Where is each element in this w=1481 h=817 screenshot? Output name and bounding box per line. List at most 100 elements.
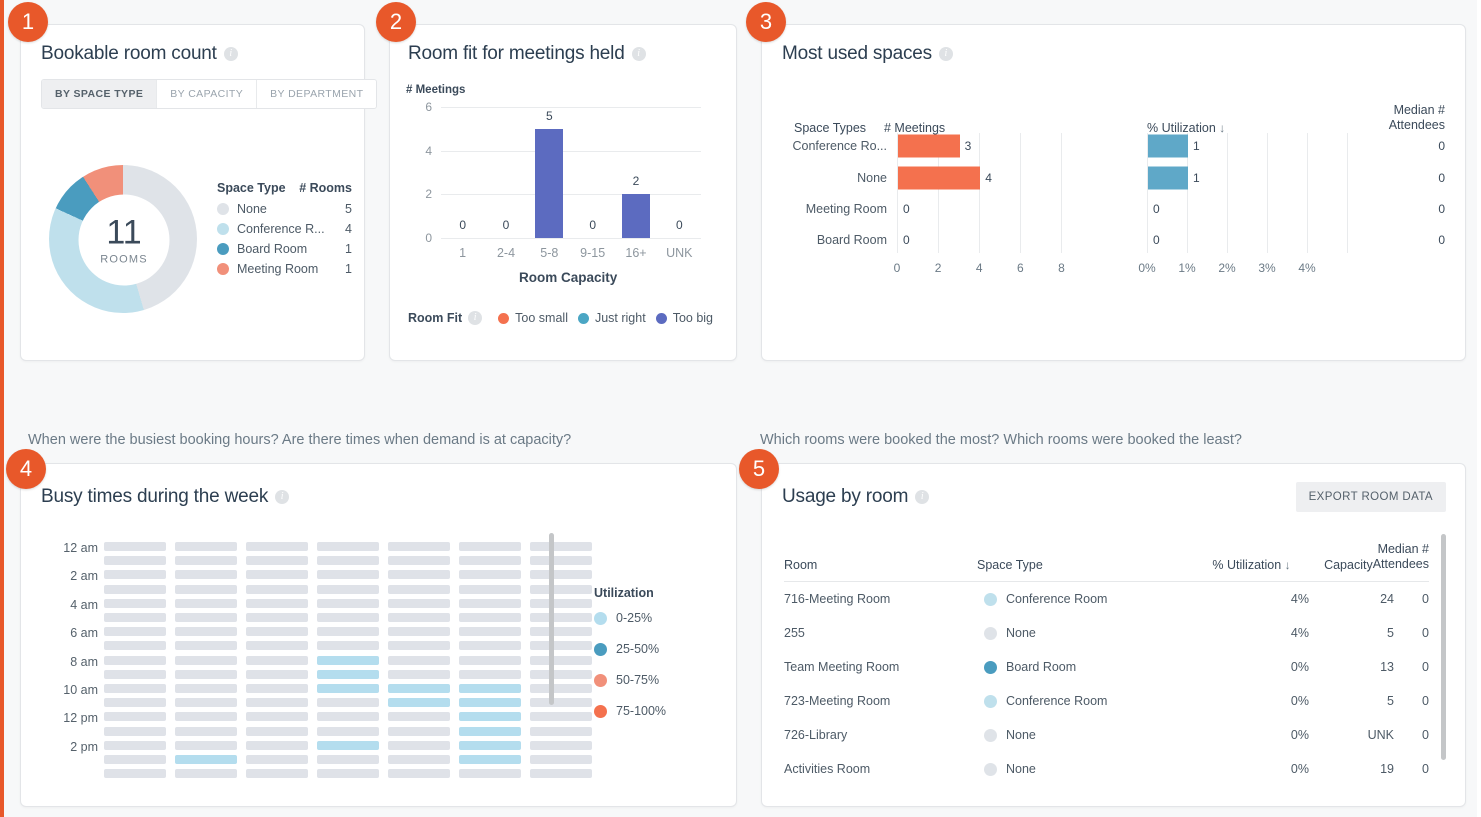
utilization-legend-item[interactable]: 50-75% <box>594 673 666 687</box>
heatmap-cell[interactable] <box>246 585 308 594</box>
heatmap-cell[interactable] <box>530 755 592 764</box>
heatmap-cell[interactable] <box>175 599 237 608</box>
heatmap-cell[interactable] <box>175 684 237 693</box>
heatmap-cell[interactable] <box>317 542 379 551</box>
heatmap-cell[interactable] <box>246 698 308 707</box>
heatmap-cell[interactable] <box>104 627 166 636</box>
heatmap-cell[interactable] <box>459 670 521 679</box>
heatmap-cell[interactable] <box>104 712 166 721</box>
heatmap-cell[interactable] <box>459 641 521 650</box>
table-row[interactable]: Team Meeting RoomBoard Room0%130 <box>784 650 1429 684</box>
heatmap-cell[interactable] <box>530 613 592 622</box>
heatmap-cell[interactable] <box>530 585 592 594</box>
heatmap-cell[interactable] <box>530 698 592 707</box>
heatmap-cell[interactable] <box>246 627 308 636</box>
heatmap-cell[interactable] <box>317 599 379 608</box>
legend-item[interactable]: Meeting Room1 <box>217 262 352 276</box>
info-icon[interactable]: i <box>224 47 238 61</box>
heatmap-cell[interactable] <box>388 585 450 594</box>
heatmap-cell[interactable] <box>530 627 592 636</box>
room-fit-legend-item[interactable]: Just right <box>578 311 646 325</box>
heatmap-cell[interactable] <box>246 542 308 551</box>
heatmap-cell[interactable] <box>175 670 237 679</box>
c3-bar[interactable] <box>1148 135 1188 158</box>
heatmap-cell[interactable] <box>104 684 166 693</box>
heatmap-cell[interactable] <box>459 684 521 693</box>
heatmap-cell[interactable] <box>388 613 450 622</box>
heatmap-cell[interactable] <box>317 641 379 650</box>
heatmap-cell[interactable] <box>104 641 166 650</box>
heatmap-cell[interactable] <box>388 698 450 707</box>
heatmap-cell[interactable] <box>388 712 450 721</box>
heatmap-cell[interactable] <box>175 613 237 622</box>
heatmap-cell[interactable] <box>246 570 308 579</box>
heatmap-cell[interactable] <box>175 656 237 665</box>
heatmap-cell[interactable] <box>388 656 450 665</box>
heatmap-cell[interactable] <box>388 599 450 608</box>
heatmap-cell[interactable] <box>388 741 450 750</box>
heatmap-cell[interactable] <box>459 599 521 608</box>
c3-bar[interactable] <box>898 135 960 158</box>
heatmap-cell[interactable] <box>530 599 592 608</box>
heatmap-cell[interactable] <box>459 556 521 565</box>
heatmap-cell[interactable] <box>530 670 592 679</box>
heatmap-cell[interactable] <box>104 585 166 594</box>
c3-bar[interactable] <box>898 167 980 190</box>
col-header-utilization[interactable]: % Utilization ↓ <box>1180 558 1291 572</box>
heatmap-cell[interactable] <box>175 627 237 636</box>
heatmap-cell[interactable] <box>175 698 237 707</box>
room-fit-legend-item[interactable]: Too big <box>656 311 713 325</box>
heatmap-cell[interactable] <box>246 670 308 679</box>
heatmap-cell[interactable] <box>388 627 450 636</box>
heatmap-cell[interactable] <box>246 556 308 565</box>
heatmap-cell[interactable] <box>459 741 521 750</box>
usage-table-scrollbar[interactable] <box>1441 534 1446 760</box>
heatmap-cell[interactable] <box>459 585 521 594</box>
info-icon[interactable]: i <box>468 311 482 325</box>
table-row[interactable]: 716-Meeting RoomConference Room4%240 <box>784 582 1429 616</box>
legend-item[interactable]: None5 <box>217 202 352 216</box>
table-row[interactable]: 726-LibraryNone0%UNK0 <box>784 718 1429 752</box>
heatmap-cell[interactable] <box>175 570 237 579</box>
heatmap-cell[interactable] <box>459 613 521 622</box>
legend-item[interactable]: Board Room1 <box>217 242 352 256</box>
heatmap-cell[interactable] <box>104 656 166 665</box>
info-icon[interactable]: i <box>939 47 953 61</box>
heatmap-cell[interactable] <box>388 570 450 579</box>
tab-by-space-type[interactable]: BY SPACE TYPE <box>42 80 157 108</box>
heatmap-cell[interactable] <box>317 656 379 665</box>
room-fit-legend-item[interactable]: Too small <box>498 311 568 325</box>
heatmap-cell[interactable] <box>459 755 521 764</box>
heatmap-cell[interactable] <box>530 741 592 750</box>
export-room-data-button[interactable]: EXPORT ROOM DATA <box>1296 482 1446 512</box>
heatmap-cell[interactable] <box>104 556 166 565</box>
heatmap-cell[interactable] <box>459 570 521 579</box>
heatmap-cell[interactable] <box>175 542 237 551</box>
heatmap-cell[interactable] <box>246 741 308 750</box>
tab-by-capacity[interactable]: BY CAPACITY <box>157 80 257 108</box>
heatmap-cell[interactable] <box>317 570 379 579</box>
heatmap-cell[interactable] <box>175 556 237 565</box>
heatmap-cell[interactable] <box>530 712 592 721</box>
room-fit-plot[interactable]: 02460102-455-809-15216+0UNK <box>441 107 701 238</box>
heatmap-scrollbar[interactable] <box>549 533 554 705</box>
heatmap-cell[interactable] <box>388 684 450 693</box>
heatmap-cell[interactable] <box>317 613 379 622</box>
heatmap-cell[interactable] <box>530 556 592 565</box>
table-row[interactable]: Activities RoomNone0%190 <box>784 752 1429 786</box>
heatmap-cell[interactable] <box>246 613 308 622</box>
heatmap-cell[interactable] <box>104 670 166 679</box>
legend-item[interactable]: Conference R...4 <box>217 222 352 236</box>
heatmap-cell[interactable] <box>530 727 592 736</box>
heatmap-cell[interactable] <box>104 542 166 551</box>
bar[interactable] <box>622 194 650 238</box>
heatmap-cell[interactable] <box>530 656 592 665</box>
heatmap-cell[interactable] <box>388 755 450 764</box>
utilization-legend-item[interactable]: 0-25% <box>594 611 666 625</box>
heatmap-cell[interactable] <box>317 627 379 636</box>
heatmap-cell[interactable] <box>459 656 521 665</box>
heatmap-cell[interactable] <box>104 599 166 608</box>
heatmap-cell[interactable] <box>246 656 308 665</box>
heatmap-cell[interactable] <box>530 684 592 693</box>
table-row[interactable]: 255None4%50 <box>784 616 1429 650</box>
